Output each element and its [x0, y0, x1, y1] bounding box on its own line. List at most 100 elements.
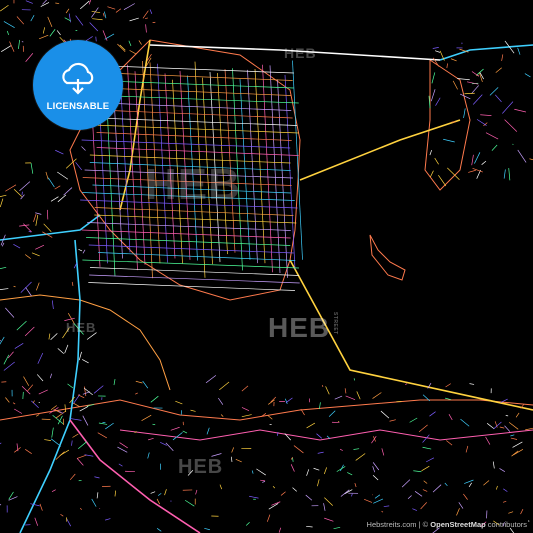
street-segment: [89, 274, 300, 284]
attribution-site[interactable]: Hebstreits.com: [367, 520, 417, 529]
street-segment: [0, 4, 9, 12]
street-segment: [32, 400, 35, 404]
street-segment: [114, 490, 117, 497]
street-segment: [432, 47, 439, 49]
street-segment: [1, 45, 12, 53]
street-segment: [67, 383, 74, 389]
street-segment: [525, 427, 533, 431]
street-segment: [317, 451, 324, 454]
street-segment: [60, 513, 64, 517]
street-segment: [485, 436, 491, 445]
street-segment: [499, 468, 506, 473]
street-segment: [284, 74, 296, 270]
street-segment: [448, 414, 453, 421]
street-segment: [56, 30, 61, 36]
street-segment: [24, 326, 35, 337]
highway-south-2: [69, 419, 201, 533]
street-segment: [135, 392, 138, 395]
street-segment: [20, 194, 25, 200]
street-segment: [63, 187, 73, 196]
street-segment: [438, 175, 447, 187]
street-segment: [504, 425, 511, 432]
street-segment: [472, 94, 483, 105]
street-segment: [336, 466, 346, 472]
street-segment: [450, 58, 457, 62]
street-segment: [97, 432, 108, 439]
street-segment: [102, 13, 105, 17]
street-segment: [409, 417, 418, 423]
street-segment: [0, 336, 5, 345]
street-segment: [80, 507, 82, 511]
street-segment: [93, 124, 299, 134]
street-segment: [84, 169, 293, 179]
street-segment: [75, 162, 82, 171]
licensable-badge[interactable]: LICENSABLE: [33, 40, 123, 130]
street-segment: [323, 503, 326, 511]
street-segment: [144, 17, 148, 19]
street-segment: [96, 492, 99, 499]
street-segment: [472, 168, 483, 173]
street-segment: [3, 361, 15, 371]
street-segment: [45, 171, 49, 180]
street-segment: [35, 214, 39, 226]
street-segment: [88, 244, 294, 254]
street-segment: [219, 381, 230, 391]
street-segment: [36, 374, 44, 382]
street-segment: [115, 8, 122, 13]
attribution: Hebstreits.com | © OpenStreetMap contrib…: [366, 520, 527, 529]
street-segment: [423, 480, 428, 484]
street-segment: [44, 439, 52, 441]
street-segment: [51, 300, 54, 310]
street-segment: [431, 72, 436, 84]
street-segment: [520, 508, 524, 515]
street-segment: [57, 194, 67, 203]
street-segment: [18, 39, 20, 49]
street-segment: [512, 441, 523, 448]
street-segment: [0, 503, 2, 506]
street-segment: [48, 333, 51, 340]
street-segment: [206, 427, 210, 435]
street-segment: [104, 11, 107, 19]
street-segment: [97, 109, 293, 119]
street-segment: [14, 408, 23, 414]
street-segment: [429, 411, 436, 417]
street-segment: [38, 34, 49, 40]
street-segment: [272, 486, 276, 489]
street-segment: [165, 442, 174, 451]
street-segment: [524, 73, 531, 78]
street-segment: [489, 87, 499, 96]
street-segment: [496, 485, 498, 490]
street-segment: [33, 213, 37, 222]
street-segment: [476, 119, 487, 126]
street-segment: [89, 102, 292, 111]
street-segment: [502, 501, 507, 503]
street-segment: [508, 511, 514, 514]
attribution-osm-link[interactable]: OpenStreetMap: [430, 520, 485, 529]
street-segment: [292, 457, 294, 462]
street-segment: [123, 3, 135, 11]
street-segment: [306, 525, 313, 528]
street-segment: [59, 449, 70, 456]
south-shore-2: [119, 429, 533, 441]
street-segment: [491, 144, 498, 151]
street-segment: [156, 498, 160, 505]
street-segment: [195, 489, 198, 495]
street-segment: [460, 93, 471, 100]
street-segment: [355, 453, 366, 461]
street-segment: [96, 132, 292, 141]
street-segment: [141, 414, 152, 421]
street-segment: [38, 389, 48, 395]
street-segment: [381, 510, 384, 513]
street-segment: [31, 252, 40, 257]
street-segment: [356, 391, 361, 400]
street-segment: [64, 404, 67, 412]
street-segment: [37, 352, 44, 364]
street-segment: [43, 223, 52, 232]
highway-diag: [299, 119, 461, 181]
map-canvas: LICENSABLE HEB HEB STREET HEB HEB HEB Heb…: [0, 0, 533, 533]
street-segment: [245, 522, 250, 526]
street-segment: [23, 376, 30, 386]
street-segment: [219, 484, 223, 490]
street-segment: [515, 412, 520, 418]
street-segment: [430, 89, 436, 102]
